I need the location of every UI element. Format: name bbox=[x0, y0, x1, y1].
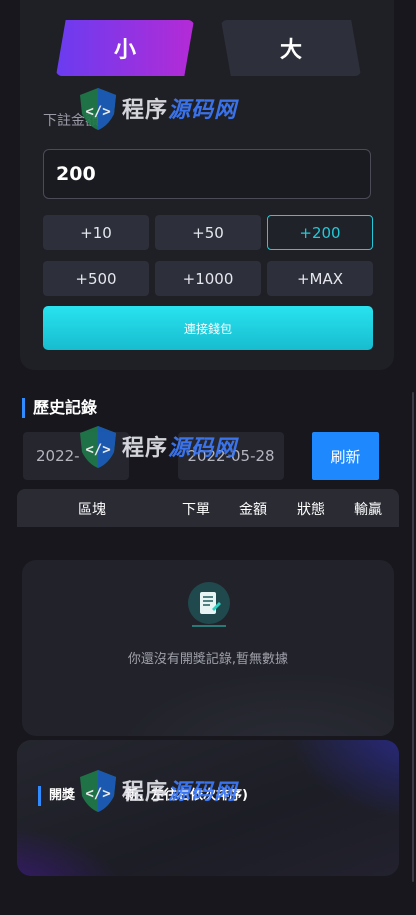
column-block: 區塊 bbox=[78, 502, 106, 518]
shield-code-icon: </> bbox=[80, 88, 116, 130]
connect-wallet-button[interactable]: 連接錢包 bbox=[43, 306, 373, 350]
watermark-text-blue: 源码网 bbox=[168, 780, 238, 805]
svg-text:</>: </> bbox=[85, 104, 110, 120]
refresh-button[interactable]: 刷新 bbox=[312, 432, 379, 480]
watermark-text-blue: 源码网 bbox=[168, 98, 238, 123]
column-order: 下單 bbox=[182, 502, 210, 518]
column-result: 輸贏 bbox=[354, 502, 382, 518]
empty-state-text: 你還沒有開獎記錄,暫無數據 bbox=[127, 652, 289, 667]
bet-small-button[interactable]: 小 bbox=[56, 20, 194, 76]
history-title: 歷史記錄 bbox=[22, 398, 97, 418]
watermark-text-white: 程序 bbox=[122, 98, 169, 123]
chip-200-button[interactable]: +200 bbox=[267, 215, 373, 250]
watermark-text-white: 程序 bbox=[122, 780, 169, 805]
watermark-logo: </> 程序 源码网 bbox=[74, 766, 237, 814]
shield-code-icon: </> bbox=[80, 770, 116, 812]
draw-title-text: 開獎 bbox=[49, 788, 76, 803]
chip-10-button[interactable]: +10 bbox=[43, 215, 149, 250]
shield-code-icon: </> bbox=[80, 426, 116, 468]
scrollbar[interactable] bbox=[412, 392, 414, 882]
bet-big-button[interactable]: 大 bbox=[221, 20, 361, 76]
chip-50-button[interactable]: +50 bbox=[155, 215, 261, 250]
svg-text:</>: </> bbox=[85, 442, 110, 458]
chip-max-button[interactable]: +MAX bbox=[267, 261, 373, 296]
column-amount: 金額 bbox=[239, 502, 267, 518]
document-icon bbox=[188, 582, 230, 627]
chip-500-button[interactable]: +500 bbox=[43, 261, 149, 296]
watermark-text-white: 程序 bbox=[122, 436, 169, 461]
watermark-logo: </> 程序 源码网 bbox=[74, 84, 237, 132]
history-table-header: 區塊 下單 金額 狀態 輸贏 bbox=[17, 489, 399, 527]
svg-text:</>: </> bbox=[85, 786, 110, 802]
watermark-text-blue: 源码网 bbox=[168, 436, 238, 461]
watermark-logo: </> 程序 源码网 bbox=[74, 422, 237, 470]
bet-amount-input[interactable]: 200 bbox=[43, 149, 371, 199]
column-status: 狀態 bbox=[297, 502, 325, 518]
chip-1000-button[interactable]: +1000 bbox=[155, 261, 261, 296]
